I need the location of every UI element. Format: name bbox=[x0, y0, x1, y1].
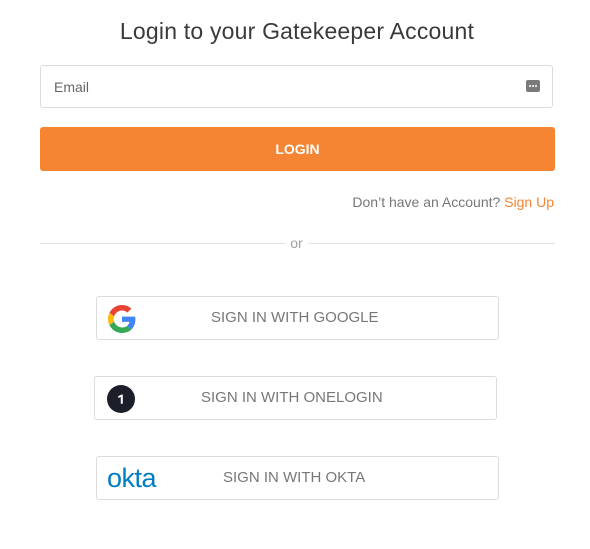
signup-link[interactable]: Sign Up bbox=[504, 194, 554, 210]
svg-text:okta: okta bbox=[107, 466, 158, 492]
divider-or-text: or bbox=[290, 235, 303, 251]
email-field[interactable] bbox=[41, 66, 552, 107]
page-title: Login to your Gatekeeper Account bbox=[119, 18, 475, 44]
sign-in-with-onelogin-label: SIGN IN WITH ONELOGIN bbox=[201, 389, 383, 406]
sign-in-with-onelogin-button[interactable]: SIGN IN WITH ONELOGIN bbox=[94, 376, 497, 420]
email-field-container bbox=[40, 65, 553, 108]
onelogin-logo-icon bbox=[107, 385, 135, 413]
google-logo-icon bbox=[108, 305, 136, 333]
sign-in-with-google-label: SIGN IN WITH GOOGLE bbox=[211, 309, 379, 326]
login-button[interactable]: LOGIN bbox=[40, 127, 555, 171]
sign-in-with-okta-button[interactable]: okta SIGN IN WITH OKTA bbox=[96, 456, 499, 500]
sign-in-with-google-button[interactable]: SIGN IN WITH GOOGLE bbox=[96, 296, 499, 340]
signup-prompt: Don’t have an Account? bbox=[352, 194, 505, 210]
signup-row: Don’t have an Account? Sign Up bbox=[352, 194, 554, 210]
divider-left bbox=[40, 243, 285, 244]
password-manager-icon[interactable] bbox=[526, 80, 540, 92]
sign-in-with-okta-label: SIGN IN WITH OKTA bbox=[223, 469, 366, 486]
login-button-label: LOGIN bbox=[275, 141, 320, 157]
divider-right bbox=[308, 243, 555, 244]
okta-logo-icon: okta bbox=[107, 466, 158, 492]
